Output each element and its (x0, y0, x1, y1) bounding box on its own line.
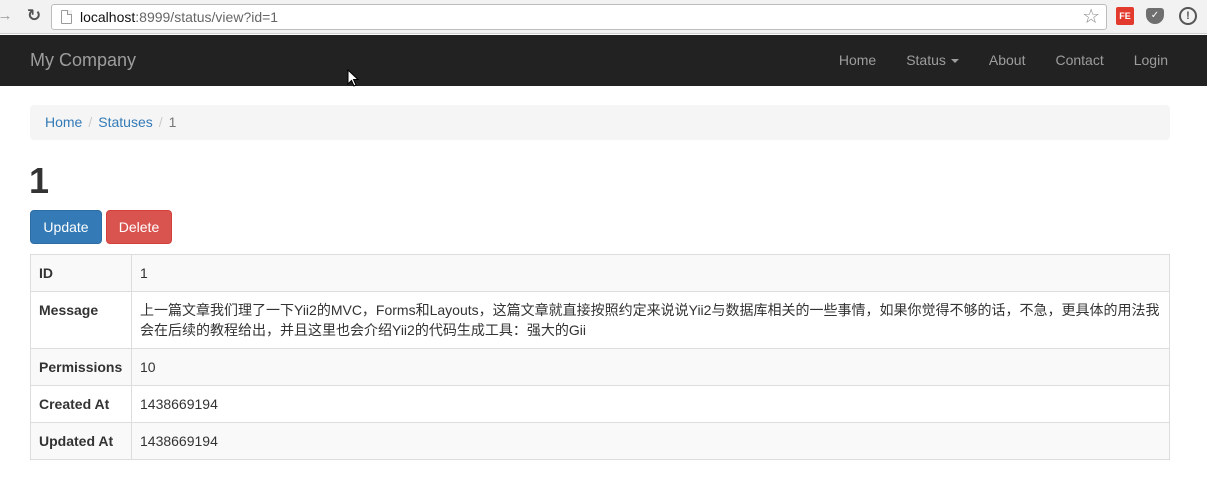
table-row: Message 上一篇文章我们理了一下Yii2的MVC，Forms和Layout… (30, 291, 1170, 349)
breadcrumb-home-link[interactable]: Home (45, 114, 82, 130)
breadcrumb-current: 1 (168, 114, 177, 130)
info-extension-icon[interactable]: ! (1179, 7, 1197, 25)
breadcrumb-statuses-link[interactable]: Statuses (98, 114, 152, 130)
row-label-id: ID (30, 254, 132, 292)
page-icon (61, 10, 72, 24)
nav-item-about[interactable]: About (974, 35, 1041, 86)
table-row: Created At 1438669194 (30, 385, 1170, 423)
nav-menu: Home Status About Contact Login (824, 35, 1183, 86)
top-navbar: My Company Home Status About Contact Log… (0, 35, 1207, 86)
nav-item-status[interactable]: Status (891, 35, 974, 86)
caret-down-icon (950, 59, 959, 64)
row-value-message: 上一篇文章我们理了一下Yii2的MVC，Forms和Layouts，这篇文章就直… (131, 291, 1170, 349)
browser-toolbar: → ↻ localhost:8999/status/view?id=1 ☆ FE… (0, 0, 1207, 34)
delete-button[interactable]: Delete (106, 210, 172, 244)
nav-item-login[interactable]: Login (1119, 35, 1183, 86)
pocket-extension-icon[interactable]: ✓ (1146, 8, 1164, 24)
breadcrumb: Home / Statuses / 1 (30, 105, 1170, 140)
nav-item-contact[interactable]: Contact (1040, 35, 1118, 86)
table-row: Updated At 1438669194 (30, 422, 1170, 460)
page-title: 1 (29, 160, 50, 201)
url-host: localhost (80, 9, 136, 25)
row-label-message: Message (30, 291, 132, 349)
detail-table: ID 1 Message 上一篇文章我们理了一下Yii2的MVC，Forms和L… (30, 254, 1170, 460)
table-row: ID 1 (30, 254, 1170, 292)
update-button[interactable]: Update (30, 210, 102, 244)
brand-link[interactable]: My Company (30, 50, 136, 70)
breadcrumb-separator: / (158, 114, 163, 130)
reload-icon[interactable]: ↻ (25, 7, 43, 25)
row-value-created-at: 1438669194 (131, 385, 1170, 423)
breadcrumb-separator: / (88, 114, 93, 130)
row-label-created-at: Created At (30, 385, 132, 423)
url-text[interactable]: localhost:8999/status/view?id=1 (80, 9, 278, 25)
nav-item-status-label: Status (906, 52, 946, 68)
bookmark-star-icon[interactable]: ☆ (1082, 6, 1100, 28)
row-value-updated-at: 1438669194 (131, 422, 1170, 460)
address-bar[interactable]: localhost:8999/status/view?id=1 ☆ (51, 4, 1107, 30)
table-row: Permissions 10 (30, 348, 1170, 386)
row-value-id: 1 (131, 254, 1170, 292)
fe-extension-icon[interactable]: FE (1116, 7, 1134, 25)
mouse-cursor-icon (347, 69, 359, 87)
row-label-permissions: Permissions (30, 348, 132, 386)
row-value-permissions: 10 (131, 348, 1170, 386)
forward-arrow-icon[interactable]: → (0, 7, 14, 25)
row-label-updated-at: Updated At (30, 422, 132, 460)
url-path: :8999/status/view?id=1 (135, 9, 279, 25)
nav-item-home[interactable]: Home (824, 35, 891, 86)
